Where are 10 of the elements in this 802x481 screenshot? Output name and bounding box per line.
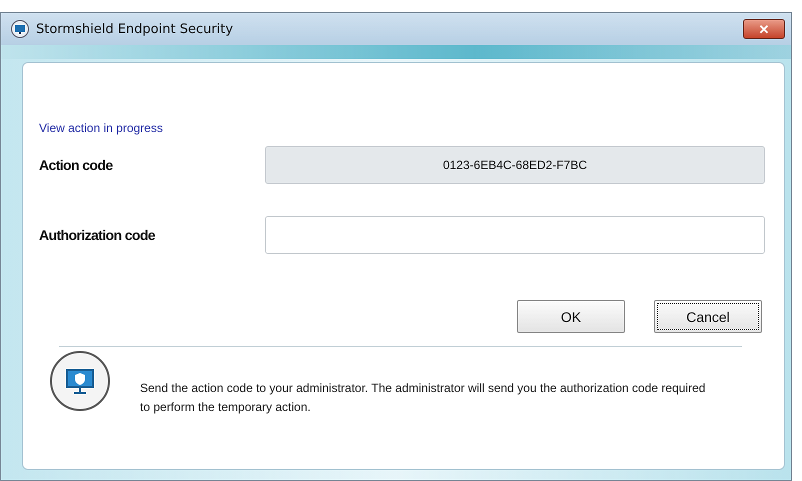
window-title: Stormshield Endpoint Security [36, 22, 234, 36]
code-field[interactable] [265, 216, 765, 254]
shield-monitor-icon [49, 350, 111, 412]
field-label: Action code [39, 157, 114, 173]
field-label: Authorization code [39, 227, 156, 243]
dialog-button[interactable]: OK [517, 300, 625, 333]
monitor-icon [11, 20, 29, 38]
dialog-button[interactable]: Cancel [654, 300, 762, 333]
view-action-link[interactable]: View action in progress [39, 121, 784, 135]
info-text: Send the action code to your administrator. The administrator will send you the authorization code required to perform the temporary action. [140, 380, 706, 416]
